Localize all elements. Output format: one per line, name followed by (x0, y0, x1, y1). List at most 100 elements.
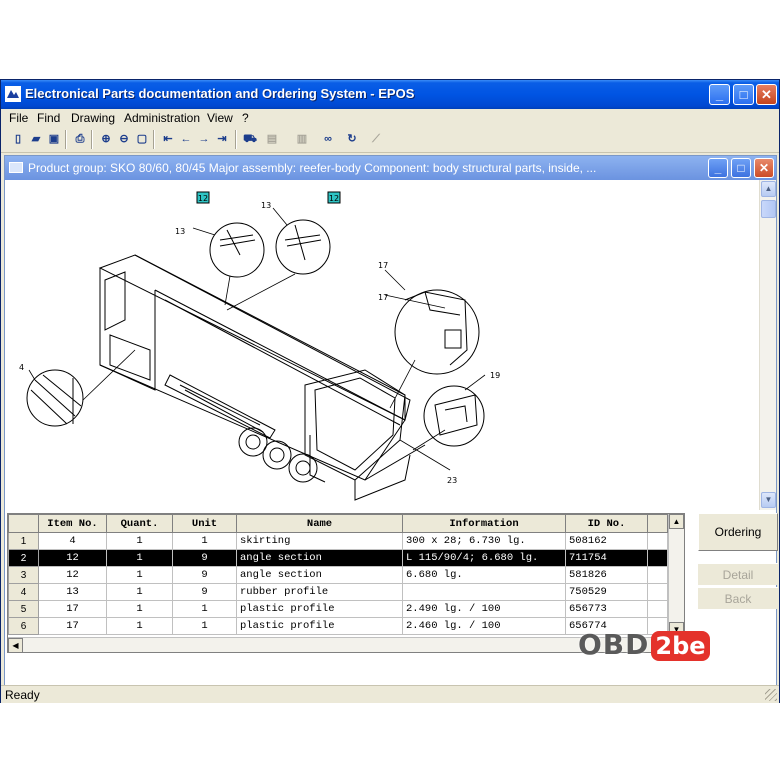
save-icon[interactable]: ▣ (45, 130, 63, 148)
cell-information[interactable]: 2.460 lg. / 100 (402, 617, 566, 635)
scroll-thumb[interactable] (761, 200, 776, 218)
row-number[interactable]: 6 (8, 617, 39, 635)
last-icon[interactable]: ⇥ (213, 130, 231, 148)
cell-quant[interactable]: 1 (106, 583, 173, 601)
cell-name[interactable]: plastic profile (236, 617, 403, 635)
cell-information[interactable]: 6.680 lg. (402, 566, 566, 584)
column-header-id-no[interactable]: ID No. (565, 514, 648, 533)
table-row[interactable]: 3 12 1 9 angle section 6.680 lg. 581826 (8, 566, 668, 584)
table-row[interactable]: 1 4 1 1 skirting 300 x 28; 6.730 lg. 508… (8, 532, 668, 550)
ordering-button[interactable]: Ordering (698, 513, 778, 551)
open-icon[interactable]: ▰ (27, 130, 45, 148)
column-header-unit[interactable]: Unit (172, 514, 237, 533)
row-number[interactable]: 3 (8, 566, 39, 584)
cell-name[interactable]: rubber profile (236, 583, 403, 601)
column-header-quant[interactable]: Quant. (106, 514, 173, 533)
table-row-selected[interactable]: 2 12 1 9 angle section L 115/90/4; 6.680… (8, 549, 668, 567)
cell-item-no[interactable]: 12 (38, 566, 107, 584)
row-number[interactable]: 1 (8, 532, 39, 550)
cell-item-no[interactable]: 13 (38, 583, 107, 601)
menu-help[interactable]: ? (242, 111, 249, 125)
row-number[interactable]: 2 (8, 549, 39, 567)
cell-unit[interactable]: 1 (172, 532, 237, 550)
refresh-icon[interactable]: ↻ (343, 130, 361, 148)
table-vertical-scrollbar[interactable]: ▲ ▼ (668, 514, 684, 638)
doc2-icon[interactable]: ▥ (293, 130, 311, 148)
cell-information[interactable]: 300 x 28; 6.730 lg. (402, 532, 566, 550)
cell-name[interactable]: angle section (236, 566, 403, 584)
cell-item-no[interactable]: 4 (38, 532, 107, 550)
table-scroll-up-icon[interactable]: ▲ (669, 514, 684, 529)
cell-quant[interactable]: 1 (106, 566, 173, 584)
column-header-name[interactable]: Name (236, 514, 403, 533)
cell-name[interactable]: angle section (236, 549, 403, 567)
cell-unit[interactable]: 1 (172, 617, 237, 635)
doc-icon[interactable]: ▤ (263, 130, 281, 148)
tool-icon[interactable]: ⟋ (367, 130, 385, 148)
row-number[interactable]: 4 (8, 583, 39, 601)
cell-unit[interactable]: 9 (172, 549, 237, 567)
minimize-button[interactable]: _ (709, 84, 730, 105)
cell-information[interactable] (402, 583, 566, 601)
cell-quant[interactable]: 1 (106, 549, 173, 567)
row-number[interactable]: 5 (8, 600, 39, 618)
next-icon[interactable]: → (195, 130, 213, 148)
scroll-down-arrow-icon[interactable]: ▼ (761, 492, 776, 508)
column-header-item-no[interactable]: Item No. (38, 514, 107, 533)
child-minimize-button[interactable]: _ (708, 158, 728, 178)
cart-icon[interactable]: ⛟ (241, 130, 259, 148)
cell-extra (647, 549, 668, 567)
menu-find[interactable]: Find (37, 111, 60, 125)
cell-item-no[interactable]: 17 (38, 617, 107, 635)
cell-name[interactable]: skirting (236, 532, 403, 550)
prev-icon[interactable]: ← (177, 130, 195, 148)
cell-quant[interactable]: 1 (106, 532, 173, 550)
menu-view[interactable]: View (207, 111, 233, 125)
scroll-up-arrow-icon[interactable]: ▲ (761, 181, 776, 197)
column-header-information[interactable]: Information (402, 514, 566, 533)
callout-label: 23 (447, 476, 457, 485)
cell-item-no[interactable]: 12 (38, 549, 107, 567)
toolbar-separator (91, 130, 93, 149)
cell-id-no[interactable]: 750529 (565, 583, 648, 601)
drawing-vertical-scrollbar[interactable]: ▲ ▼ (759, 180, 776, 510)
table-scroll-left-icon[interactable]: ◀ (8, 638, 23, 652)
maximize-button[interactable]: □ (733, 84, 754, 105)
cell-id-no[interactable]: 581826 (565, 566, 648, 584)
menu-drawing[interactable]: Drawing (71, 111, 115, 125)
new-icon[interactable]: ▯ (9, 130, 27, 148)
cell-unit[interactable]: 9 (172, 566, 237, 584)
title-bar[interactable]: Electronical Parts documentation and Ord… (1, 80, 779, 109)
cell-quant[interactable]: 1 (106, 617, 173, 635)
resize-grip-icon[interactable] (765, 689, 777, 701)
fit-page-icon[interactable]: ▢ (133, 130, 151, 148)
table-horizontal-scrollbar[interactable]: ◀ ▶ (8, 637, 668, 652)
cell-id-no[interactable]: 508162 (565, 532, 648, 550)
print-icon[interactable]: ⎙ (71, 130, 89, 148)
technical-drawing[interactable]: 12 13 13 12 17 17 4 19 23 (5, 180, 759, 510)
close-button[interactable]: ✕ (756, 84, 777, 105)
cell-unit[interactable]: 9 (172, 583, 237, 601)
child-maximize-button[interactable]: □ (731, 158, 751, 178)
table-row[interactable]: 5 17 1 1 plastic profile 2.490 lg. / 100… (8, 600, 668, 618)
cell-information[interactable]: 2.490 lg. / 100 (402, 600, 566, 618)
cell-unit[interactable]: 1 (172, 600, 237, 618)
child-title-bar[interactable]: Product group: SKO 80/60, 80/45 Major as… (5, 156, 776, 180)
table-row[interactable]: 6 17 1 1 plastic profile 2.460 lg. / 100… (8, 617, 668, 635)
cell-id-no[interactable]: 656773 (565, 600, 648, 618)
back-button[interactable]: Back (698, 587, 778, 609)
binoculars-icon[interactable]: ∞ (319, 130, 337, 148)
child-close-button[interactable]: ✕ (754, 158, 774, 178)
cell-information[interactable]: L 115/90/4; 6.680 lg. (402, 549, 566, 567)
first-icon[interactable]: ⇤ (159, 130, 177, 148)
menu-file[interactable]: File (9, 111, 28, 125)
cell-id-no[interactable]: 711754 (565, 549, 648, 567)
zoom-out-icon[interactable]: ⊖ (115, 130, 133, 148)
cell-name[interactable]: plastic profile (236, 600, 403, 618)
table-row[interactable]: 4 13 1 9 rubber profile 750529 (8, 583, 668, 601)
cell-item-no[interactable]: 17 (38, 600, 107, 618)
cell-quant[interactable]: 1 (106, 600, 173, 618)
detail-button[interactable]: Detail (698, 563, 778, 585)
menu-administration[interactable]: Administration (124, 111, 200, 125)
zoom-in-icon[interactable]: ⊕ (97, 130, 115, 148)
